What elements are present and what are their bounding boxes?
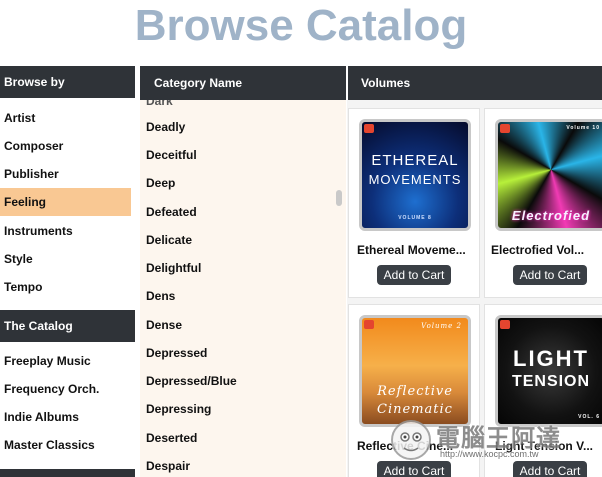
catalog-item-freeplay-music[interactable]: Freeplay Music bbox=[0, 347, 131, 375]
watermark-logo: 電腦王阿達 http://www.kocpc.com.tw bbox=[388, 416, 602, 462]
category-item-deep[interactable]: Deep bbox=[146, 169, 175, 197]
add-to-cart-button[interactable]: Add to Cart bbox=[377, 461, 451, 477]
browse-item-style[interactable]: Style bbox=[0, 245, 131, 273]
mascot-icon bbox=[391, 420, 431, 460]
cover-title-line1: Electrofied bbox=[511, 208, 591, 223]
add-to-cart-button[interactable]: Add to Cart bbox=[513, 265, 587, 285]
brand-badge-icon bbox=[364, 124, 374, 133]
volume-card[interactable]: Volume 10 Electrofied Electrofied Vol...… bbox=[484, 108, 602, 298]
browse-item-composer[interactable]: Composer bbox=[0, 132, 131, 160]
category-item-depressing[interactable]: Depressing bbox=[146, 395, 211, 423]
left-sidebar: Browse by Artist Composer Publisher Feel… bbox=[0, 66, 135, 477]
category-item-depressed-blue[interactable]: Depressed/Blue bbox=[146, 367, 237, 395]
browse-item-tempo[interactable]: Tempo bbox=[0, 273, 131, 301]
browse-item-artist[interactable]: Artist bbox=[0, 104, 131, 132]
category-item-deceitful[interactable]: Deceitful bbox=[146, 141, 197, 169]
watermark-text: 電腦王阿達 bbox=[436, 425, 561, 452]
the-catalog-header: The Catalog bbox=[0, 310, 135, 342]
category-item-dens[interactable]: Dens bbox=[146, 282, 175, 310]
cover-volume: VOLUME 8 bbox=[398, 215, 432, 221]
cover-title-line1: ETHEREAL bbox=[371, 152, 459, 169]
catalog-item-master-classics[interactable]: Master Classics bbox=[0, 431, 131, 459]
album-cover[interactable]: LIGHT TENSION VOL. 6 bbox=[495, 315, 602, 427]
category-list[interactable]: Dark Deadly Deceitful Deep Defeated Deli… bbox=[140, 100, 346, 477]
album-cover[interactable]: ETHEREAL MOVEMENTS VOLUME 8 bbox=[359, 119, 471, 231]
browse-item-feeling[interactable]: Feeling bbox=[0, 188, 131, 216]
category-item-delightful[interactable]: Delightful bbox=[146, 254, 201, 282]
cover-volume: Volume 10 bbox=[566, 125, 600, 131]
page-title: Browse Catalog bbox=[134, 1, 468, 50]
browse-by-header: Browse by bbox=[0, 66, 135, 98]
watermark-url: http://www.kocpc.com.tw bbox=[440, 449, 539, 459]
add-to-cart-button[interactable]: Add to Cart bbox=[377, 265, 451, 285]
volume-title[interactable]: Ethereal Moveme... bbox=[357, 243, 466, 257]
cover-title-line1: Reflective bbox=[377, 384, 453, 399]
volumes-header: Volumes bbox=[348, 66, 602, 100]
cover-volume: Volume 2 bbox=[421, 322, 462, 330]
browse-item-instruments[interactable]: Instruments bbox=[0, 217, 131, 245]
volume-card[interactable]: ETHEREAL MOVEMENTS VOLUME 8 Ethereal Mov… bbox=[348, 108, 480, 298]
catalog-item-frequency-orch[interactable]: Frequency Orch. bbox=[0, 375, 131, 403]
brand-badge-icon bbox=[364, 320, 374, 329]
category-item-defeated[interactable]: Defeated bbox=[146, 198, 197, 226]
cover-title-line2: MOVEMENTS bbox=[368, 172, 462, 187]
add-to-cart-button[interactable]: Add to Cart bbox=[513, 461, 587, 477]
album-cover[interactable]: Volume 10 Electrofied bbox=[495, 119, 602, 231]
category-name-header: Category Name bbox=[140, 66, 346, 100]
category-scrollbar-thumb[interactable] bbox=[336, 190, 342, 206]
category-item-deserted[interactable]: Deserted bbox=[146, 424, 197, 452]
brand-badge-icon bbox=[500, 124, 510, 133]
cover-title-line1: LIGHT bbox=[513, 346, 589, 371]
browse-item-publisher[interactable]: Publisher bbox=[0, 160, 131, 188]
cover-title-line2: TENSION bbox=[511, 373, 591, 390]
clipped-item: Dark bbox=[146, 100, 173, 108]
category-item-deadly[interactable]: Deadly bbox=[146, 113, 185, 141]
category-item-depressed[interactable]: Depressed bbox=[146, 339, 207, 367]
album-cover[interactable]: Volume 2 Reflective Cinematic bbox=[359, 315, 471, 427]
category-item-dense[interactable]: Dense bbox=[146, 311, 182, 339]
brand-badge-icon bbox=[500, 320, 510, 329]
catalog-item-indie-albums[interactable]: Indie Albums bbox=[0, 403, 131, 431]
volume-title[interactable]: Electrofied Vol... bbox=[491, 243, 584, 257]
category-item-despair[interactable]: Despair bbox=[146, 452, 190, 477]
section-header-partial bbox=[0, 469, 135, 477]
cover-title-line2: Cinematic bbox=[377, 402, 453, 417]
category-item-delicate[interactable]: Delicate bbox=[146, 226, 192, 254]
